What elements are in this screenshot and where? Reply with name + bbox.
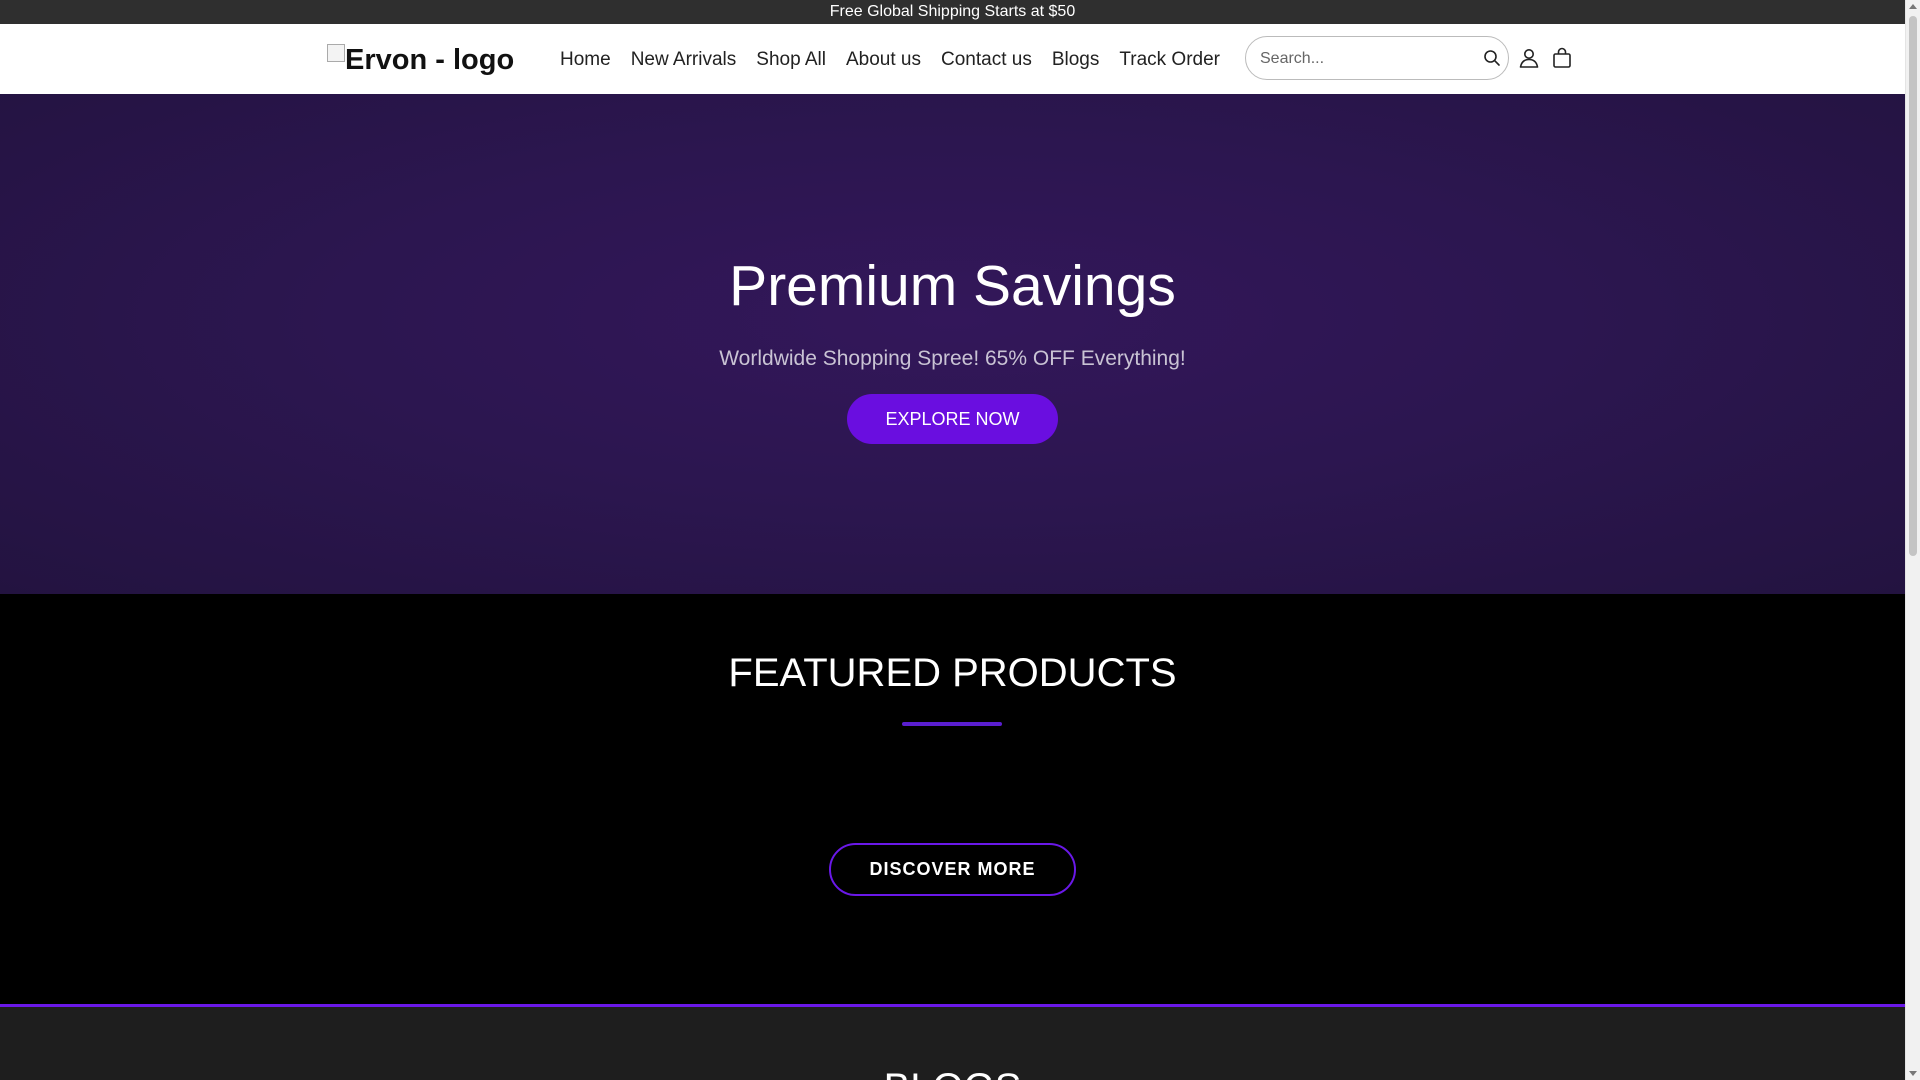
nav-contact-us[interactable]: Contact us: [941, 48, 1032, 72]
search-icon[interactable]: [1483, 49, 1501, 67]
shopping-bag-icon[interactable]: [1550, 46, 1574, 70]
logo[interactable]: Ervon - logo: [327, 38, 514, 82]
explore-now-button[interactable]: EXPLORE NOW: [847, 394, 1058, 444]
user-icon[interactable]: [1517, 46, 1541, 70]
scrollbar-thumb[interactable]: [1909, 16, 1917, 556]
blogs-section: BLOGS: [0, 1007, 1905, 1080]
search-input[interactable]: [1258, 37, 1472, 81]
blogs-title: BLOGS: [0, 1065, 1905, 1080]
nav-blogs[interactable]: Blogs: [1052, 48, 1100, 72]
hero-subtitle: Worldwide Shopping Spree! 65% OFF Everyt…: [719, 347, 1186, 370]
logo-alt-text: Ervon - logo: [345, 44, 515, 76]
title-underline: [902, 722, 1002, 726]
main-nav: Home New Arrivals Shop All About us Cont…: [560, 48, 1220, 72]
nav-shop-all[interactable]: Shop All: [756, 48, 826, 72]
nav-about-us[interactable]: About us: [846, 48, 921, 72]
hero-title: Premium Savings: [729, 254, 1176, 318]
scroll-down-arrow-icon[interactable]: [1909, 1071, 1917, 1076]
site-header: Ervon - logo Home New Arrivals Shop All …: [0, 24, 1905, 95]
featured-title: FEATURED PRODUCTS: [728, 651, 1177, 695]
nav-new-arrivals[interactable]: New Arrivals: [631, 48, 737, 72]
discover-more-button[interactable]: DISCOVER MORE: [829, 843, 1076, 896]
announcement-bar: Free Global Shipping Starts at $50: [0, 0, 1905, 24]
search-box: [1245, 36, 1509, 81]
page-scrollbar[interactable]: [1905, 0, 1920, 1080]
featured-products-section: FEATURED PRODUCTS DISCOVER MORE: [0, 594, 1905, 1004]
broken-image-icon: [327, 44, 345, 62]
hero-banner: Premium Savings Worldwide Shopping Spree…: [0, 94, 1905, 594]
scroll-up-arrow-icon[interactable]: [1909, 4, 1917, 9]
page: Free Global Shipping Starts at $50 Ervon…: [0, 0, 1905, 1080]
nav-track-order[interactable]: Track Order: [1119, 48, 1220, 72]
nav-home[interactable]: Home: [560, 48, 611, 72]
